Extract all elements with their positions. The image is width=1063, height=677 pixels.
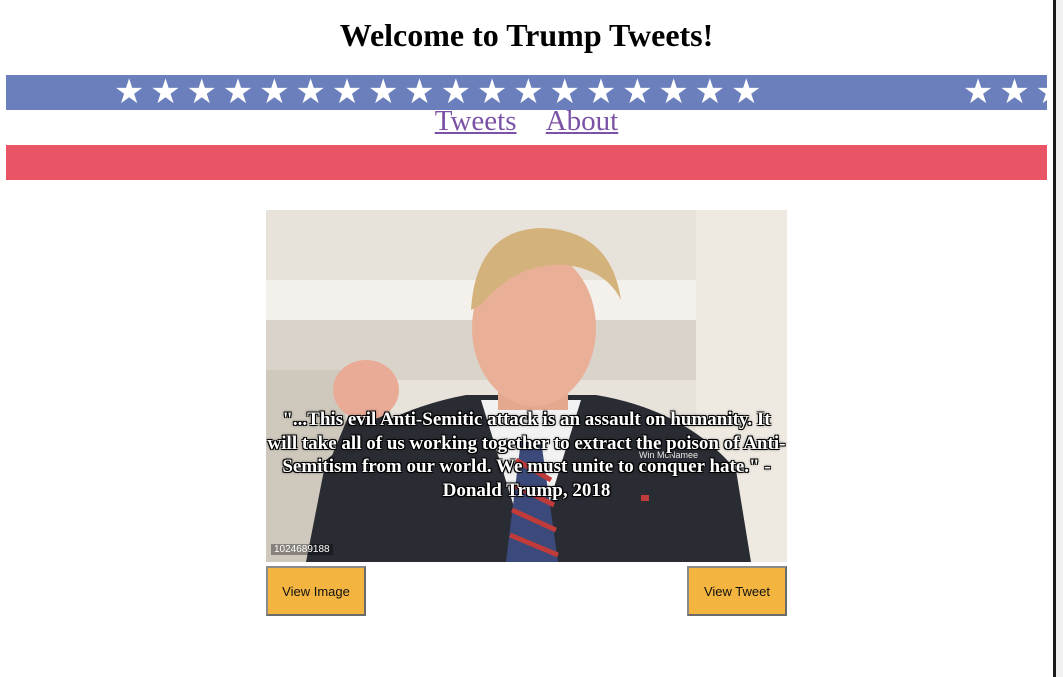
nav-link-about[interactable]: About bbox=[546, 105, 619, 137]
view-tweet-button[interactable]: View Tweet bbox=[687, 566, 787, 616]
photo-id: 1024689188 bbox=[271, 544, 333, 555]
tweet-quote: "...This evil Anti-Semitic attack is an … bbox=[267, 409, 786, 501]
nav-link-tweets[interactable]: Tweets bbox=[435, 105, 517, 137]
window-edge bbox=[1053, 0, 1063, 677]
portrait-illustration bbox=[266, 210, 787, 562]
view-image-button[interactable]: View Image bbox=[266, 566, 366, 616]
page: Welcome to Trump Tweets! ★ ★ ★ ★ ★ ★ ★ ★ ★ ★ ★ ★ ★ ★ ★… bbox=[0, 0, 1053, 677]
tweet-photo: Win McNamee "...This evil Anti-Semitic a… bbox=[266, 210, 787, 562]
main-nav: Tweets About bbox=[0, 105, 1053, 138]
red-stripe-banner bbox=[6, 145, 1047, 180]
page-title: Welcome to Trump Tweets! bbox=[339, 17, 714, 53]
